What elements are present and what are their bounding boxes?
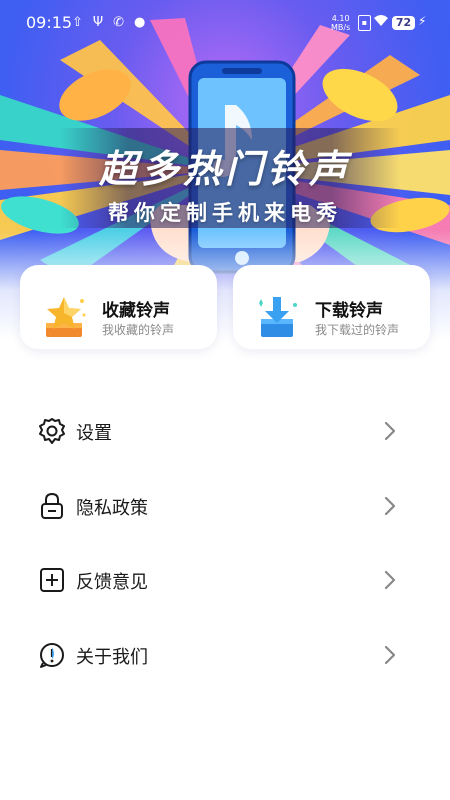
chevron-right-icon: [384, 570, 396, 590]
menu-label: 关于我们: [76, 647, 148, 668]
card-subtitle: 我收藏的铃声: [102, 323, 175, 337]
menu-label: 设置: [76, 423, 112, 444]
banner-subtitle: 帮你定制手机来电秀: [108, 201, 342, 225]
net-speed-unit: MB/s: [331, 23, 351, 32]
upload-icon: ⇧: [72, 15, 83, 30]
charging-icon: ⚡: [418, 14, 427, 28]
wifi-icon: [374, 15, 388, 26]
star-icon: [46, 297, 86, 337]
banner-title: 超多热门铃声: [98, 147, 351, 191]
card-title: 收藏铃声: [102, 301, 170, 321]
phone-icon: ✆: [113, 15, 125, 30]
battery-indicator: 72: [392, 16, 415, 30]
download-icon: [259, 297, 297, 337]
chevron-right-icon: [384, 496, 396, 516]
card-subtitle: 我下载过的铃声: [315, 323, 400, 337]
chat-icon: ●: [134, 15, 146, 30]
net-speed-value: 4.10: [331, 14, 350, 23]
chevron-right-icon: [384, 645, 396, 665]
gear-icon: [39, 418, 65, 444]
lock-icon: [41, 492, 63, 519]
usb-icon: Ψ: [92, 15, 104, 30]
status-time: 09:15: [26, 13, 73, 32]
menu-label: 反馈意见: [76, 572, 148, 593]
info-icon: [40, 643, 64, 668]
chevron-right-icon: [384, 421, 396, 441]
sim-icon: ▪: [358, 15, 371, 31]
menu-item-privacy-policy[interactable]: 隐私政策: [0, 469, 450, 543]
card-title: 下载铃声: [315, 301, 383, 321]
favorite-ringtones-card[interactable]: 收藏铃声 我收藏的铃声: [20, 265, 217, 349]
downloaded-ringtones-card[interactable]: 下载铃声 我下载过的铃声: [233, 265, 430, 349]
menu-item-settings[interactable]: 设置: [0, 394, 450, 468]
status-left-icons: ⇧ Ψ ✆ ●: [72, 15, 145, 30]
net-speed: 4.10 MB/s: [331, 14, 350, 32]
menu-label: 隐私政策: [76, 498, 148, 519]
feedback-icon: [40, 568, 64, 592]
status-bar: 09:15 ⇧ Ψ ✆ ● 4.10 MB/s ▪ 72 ⚡: [0, 0, 450, 46]
menu-item-feedback[interactable]: 反馈意见: [0, 543, 450, 617]
menu-item-about-us[interactable]: 关于我们: [0, 618, 450, 692]
